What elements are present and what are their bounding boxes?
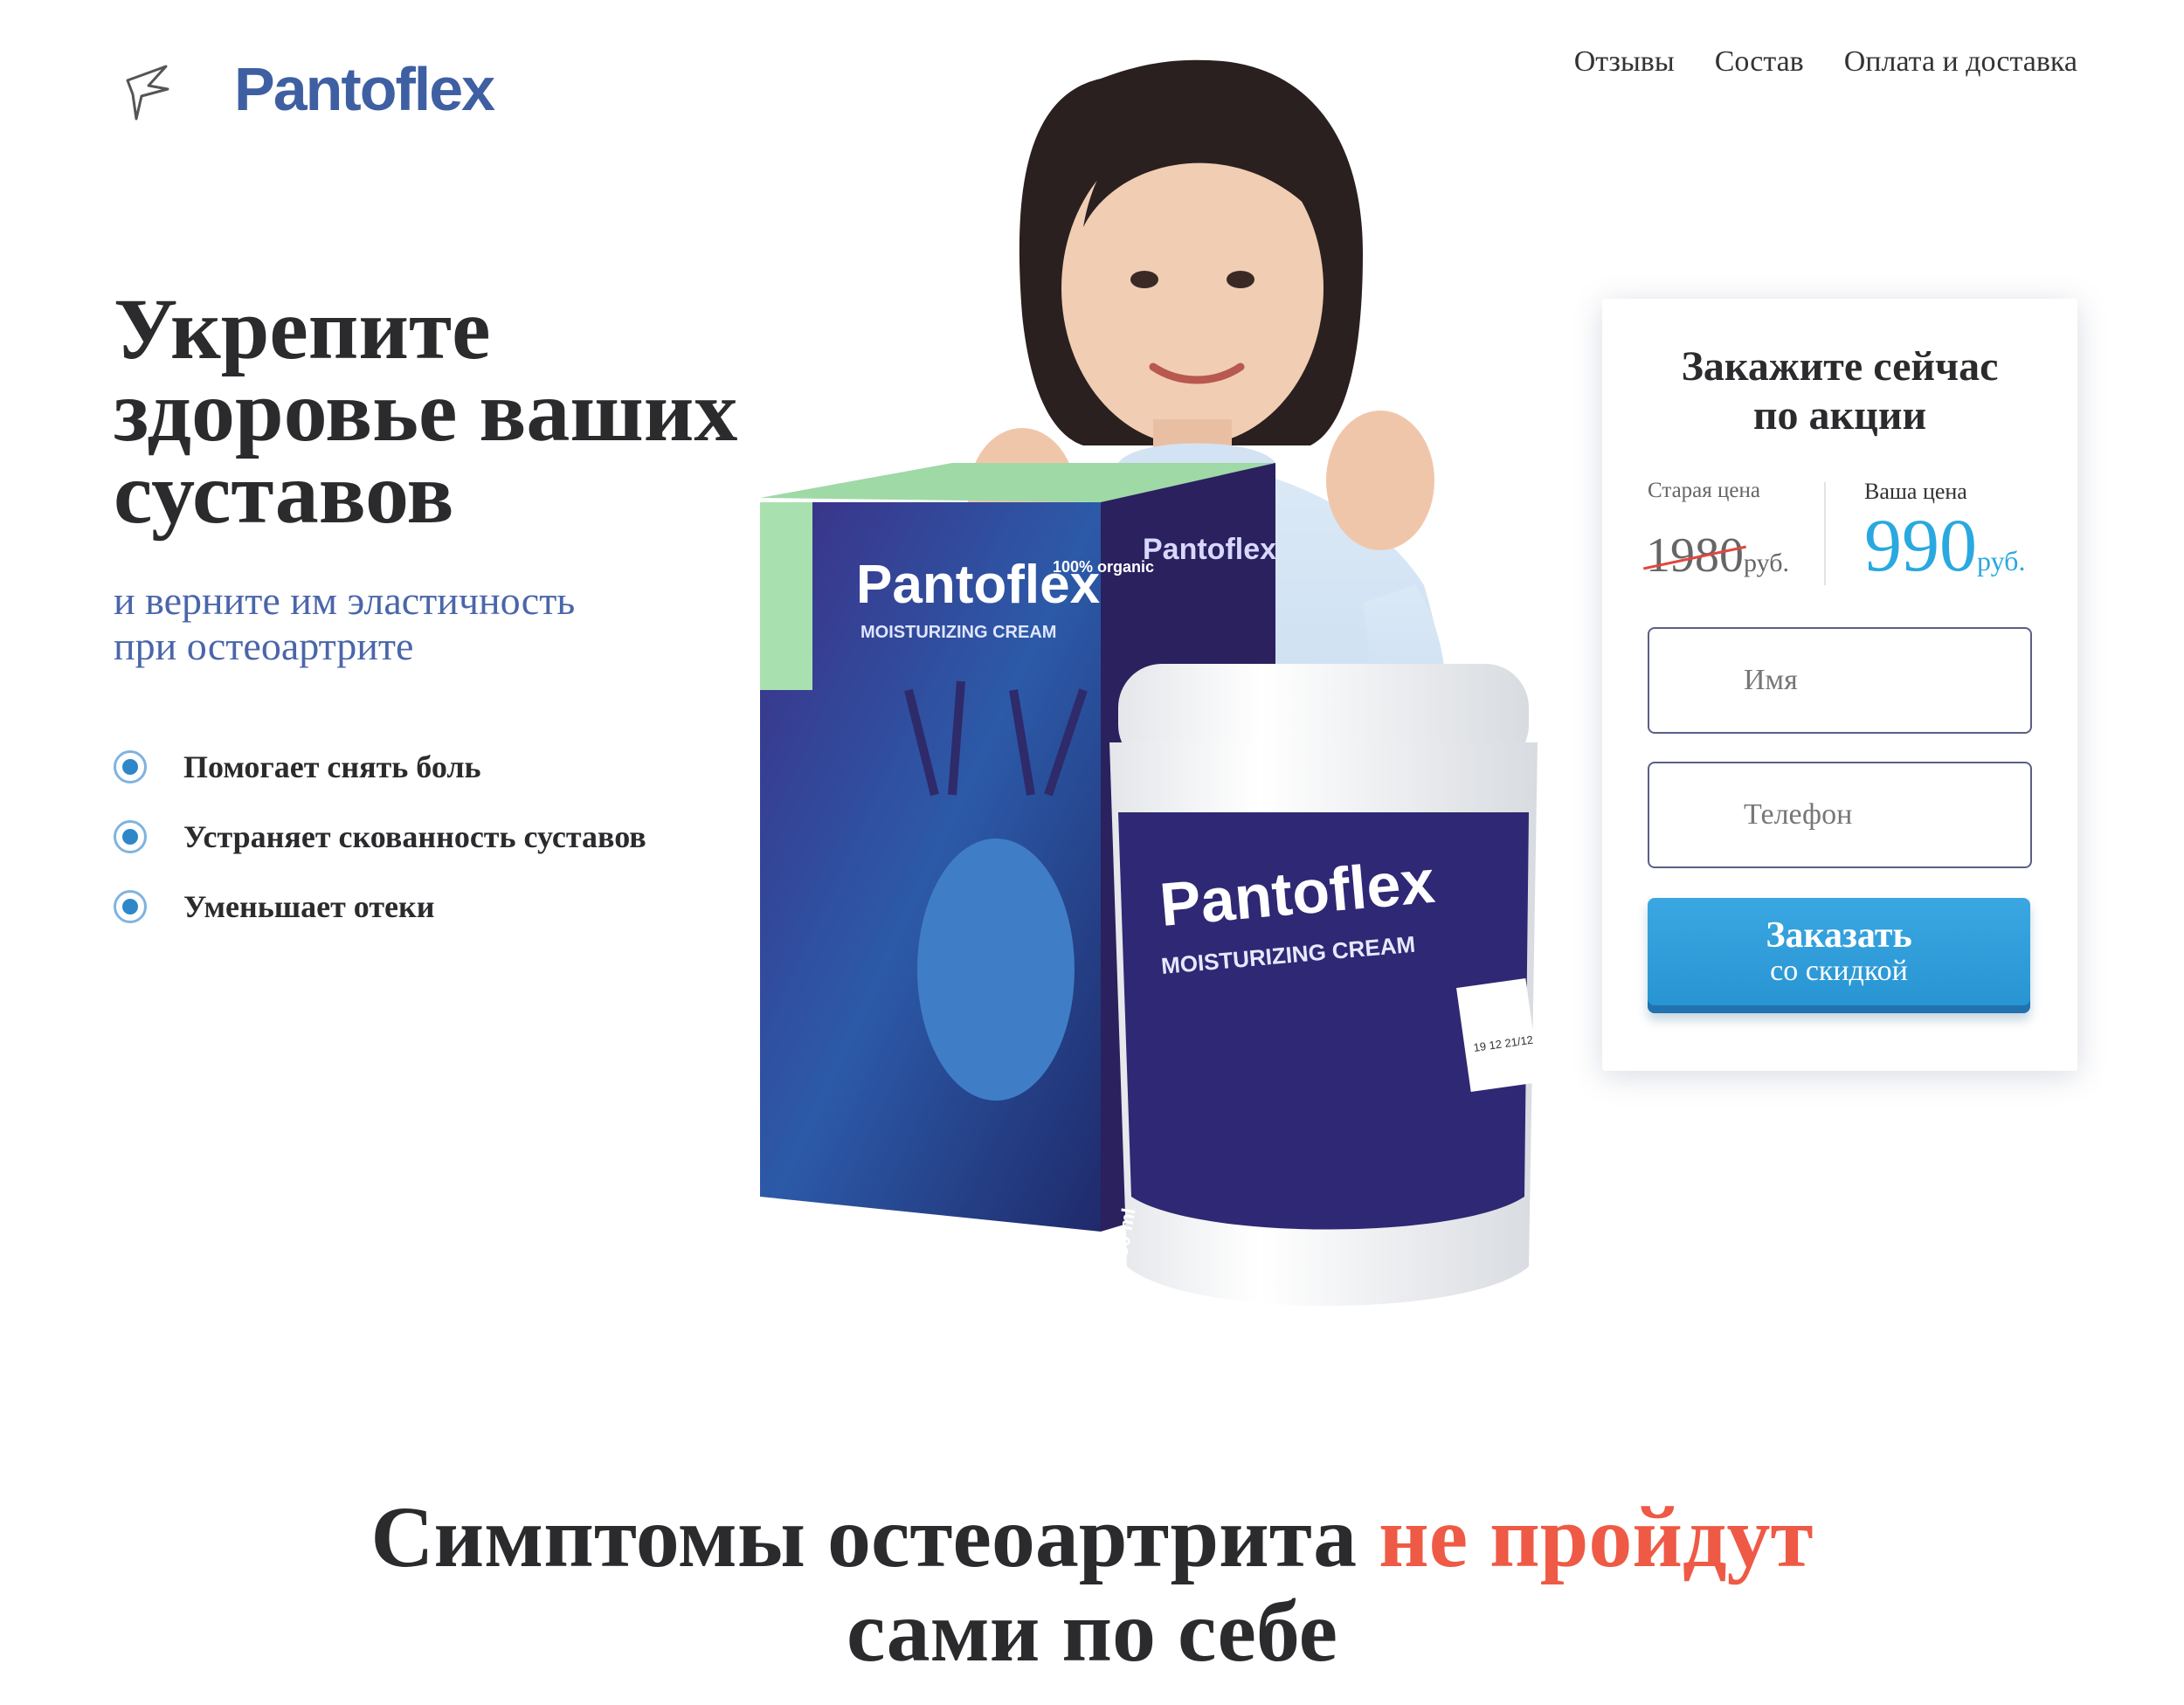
box-badge: 100% organic [1053,558,1154,576]
benefit-text: Устраняет скованность суставов [183,819,646,854]
bird-logo-icon [126,65,169,121]
benefit-item: Помогает снять боль [114,732,646,802]
benefit-item: Уменьшает отеки [114,872,646,942]
new-price-value: 990 [1864,503,1977,587]
hero-image: Pantoflex MOISTURIZING CREAM 100% organi… [760,59,1540,1306]
old-price-value: 1980 [1646,528,1744,583]
order-title-line: Закажите сейчас [1681,343,1999,390]
benefit-item: Устраняет скованность суставов [114,802,646,872]
order-card: Закажите сейчас по акции Старая цена 198… [1602,299,2077,1071]
price-divider [1824,482,1826,585]
radio-bullet-icon [114,820,147,853]
symptoms-heading-line2: сами по себе [846,1583,1337,1680]
hero-title: Укрепите здоровье ваших суставов [114,286,830,537]
top-nav: Отзывы Состав Оплата и доставка [1574,45,2077,79]
symptoms-heading: Симптомы остеоартрита не пройдут сами по… [0,1490,2184,1679]
benefit-text: Помогает снять боль [183,749,481,784]
radio-bullet-icon [114,750,147,783]
old-price-currency: руб. [1744,549,1789,577]
nav-composition[interactable]: Состав [1715,45,1804,79]
new-price: 990руб. [1864,501,2025,589]
benefits-list: Помогает снять боль Устраняет скованност… [114,732,646,942]
order-title-line: по акции [1752,392,1927,438]
phone-input[interactable] [1648,762,2032,868]
logo[interactable]: Pantoflex [122,54,495,124]
nav-payment-delivery[interactable]: Оплата и доставка [1844,45,2077,79]
radio-bullet-icon [114,890,147,923]
old-price: 1980руб. [1646,528,1789,583]
order-button-label: Заказать [1766,915,1912,956]
cream-jar: Pantoflex MOISTURIZING CREAM 50 ml 19 12… [1109,664,1540,1306]
box-side-brand: Pantoflex [1143,533,1276,566]
hero-subtitle-line: и верните им эластичность [114,578,576,623]
hero-title-line: суставов [114,445,454,542]
name-input[interactable] [1648,627,2032,734]
new-price-currency: руб. [1977,545,2026,576]
benefit-text: Уменьшает отеки [183,889,435,924]
box-subtitle: MOISTURIZING CREAM [860,623,1056,642]
symptoms-heading-accent: не пройдут [1379,1488,1814,1585]
order-discount-button[interactable]: Заказать со скидкой [1648,898,2030,1013]
hero-subtitle: и верните им эластичность при остеоартри… [114,578,725,669]
order-button-sublabel: со скидкой [1770,955,1908,987]
order-card-title: Закажите сейчас по акции [1602,342,2077,440]
logo-text: Pantoflex [234,55,495,123]
hero-subtitle-line: при остеоартрите [114,624,414,668]
old-price-label: Старая цена [1648,479,1760,502]
symptoms-heading-text: Симптомы остеоартрита [370,1488,1379,1585]
